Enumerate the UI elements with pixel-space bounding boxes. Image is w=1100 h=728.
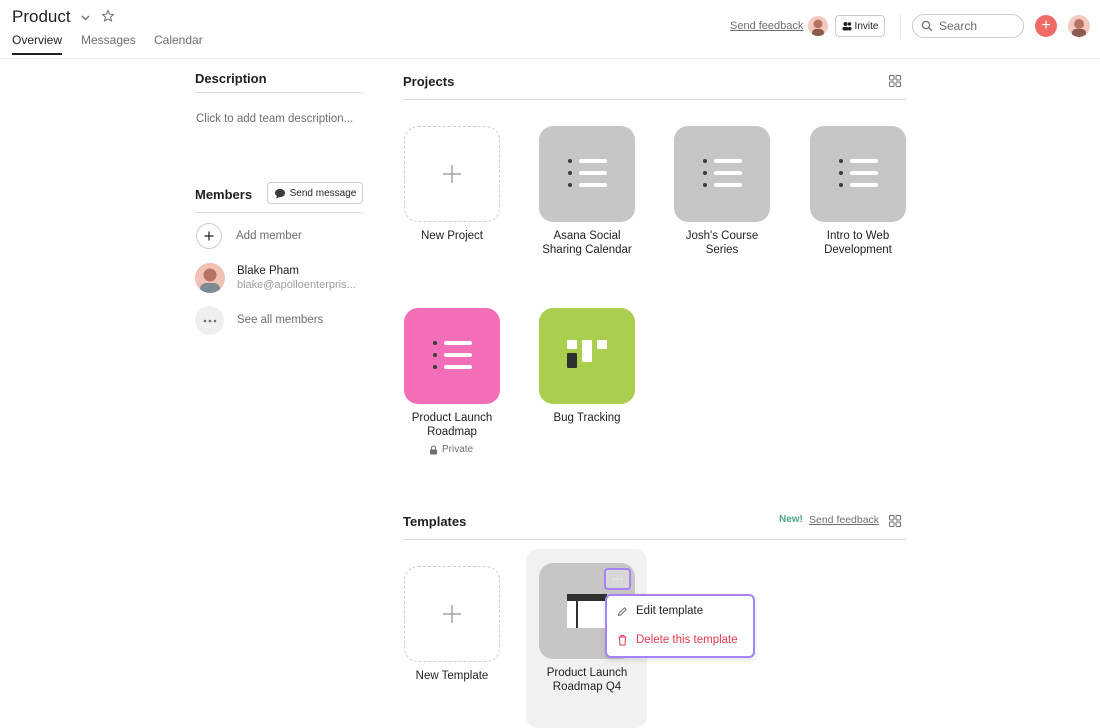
tab-messages[interactable]: Messages <box>81 33 136 47</box>
more-icon <box>203 319 216 322</box>
invite-label: Invite <box>854 20 879 32</box>
new-badge: New! <box>779 514 803 525</box>
template-name[interactable]: Product Launch Roadmap Q4 <box>522 666 652 694</box>
member-name[interactable]: Blake Pham <box>237 265 299 277</box>
lock-icon <box>430 444 437 454</box>
project-name[interactable]: Bug Tracking <box>522 411 652 425</box>
page-title: Product <box>12 7 71 26</box>
project-tile-joshs-course[interactable] <box>674 126 770 222</box>
delete-template-label: Delete this template <box>636 634 738 646</box>
divider <box>403 539 906 540</box>
project-name[interactable]: Josh's Course Series <box>657 229 787 257</box>
list-icon <box>703 157 743 191</box>
edit-template-menu-item[interactable]: Edit template <box>617 605 703 617</box>
avatar[interactable] <box>808 16 828 36</box>
project-tile-product-launch[interactable] <box>404 308 500 404</box>
template-context-menu: Edit template Delete this template <box>605 594 755 658</box>
list-icon <box>433 339 473 373</box>
see-all-members-button[interactable] <box>195 306 224 335</box>
add-member-label[interactable]: Add member <box>236 230 302 242</box>
add-member-button[interactable] <box>196 223 222 249</box>
star-icon[interactable] <box>101 9 115 23</box>
send-message-button[interactable]: Send message <box>267 182 363 204</box>
list-icon <box>568 157 608 191</box>
edit-template-label: Edit template <box>636 605 704 617</box>
plus-icon <box>443 165 461 183</box>
grid-view-icon[interactable] <box>889 515 901 527</box>
team-description-field[interactable]: Click to add team description... <box>196 113 353 125</box>
divider <box>195 212 364 213</box>
divider <box>900 14 901 38</box>
people-icon <box>842 22 852 31</box>
delete-template-menu-item[interactable]: Delete this template <box>617 634 738 646</box>
member-avatar[interactable] <box>195 263 225 293</box>
tab-calendar[interactable]: Calendar <box>154 33 203 47</box>
pencil-icon <box>617 606 627 616</box>
templates-heading: Templates <box>403 514 467 529</box>
description-heading: Description <box>195 71 267 86</box>
plus-icon <box>204 231 214 241</box>
project-name[interactable]: Product Launch Roadmap <box>387 411 517 439</box>
template-more-button[interactable]: ··· <box>604 568 631 590</box>
members-heading: Members <box>195 187 253 202</box>
timeline-icon <box>567 594 607 628</box>
member-email: blake@apolloenterpris... <box>237 279 356 291</box>
divider <box>195 92 364 93</box>
trash-icon <box>618 635 627 646</box>
new-project-label[interactable]: New Project <box>387 229 517 243</box>
privacy-label: Private <box>429 444 473 455</box>
see-all-members-label[interactable]: See all members <box>237 314 323 326</box>
search-placeholder: Search <box>939 19 978 33</box>
grid-view-icon[interactable] <box>889 75 901 87</box>
search-input[interactable]: Search <box>912 14 1024 38</box>
project-name[interactable]: Asana Social Sharing Calendar <box>522 229 652 257</box>
send-feedback-link[interactable]: Send feedback <box>730 20 803 32</box>
project-tile-intro-web[interactable] <box>810 126 906 222</box>
project-tile-bug-tracking[interactable] <box>539 308 635 404</box>
new-project-tile[interactable] <box>404 126 500 222</box>
active-tab-indicator <box>12 53 62 55</box>
send-message-label: Send message <box>289 187 357 199</box>
plus-icon <box>443 605 461 623</box>
user-avatar[interactable] <box>1068 15 1090 37</box>
new-template-label[interactable]: New Template <box>387 669 517 683</box>
projects-heading: Projects <box>403 74 455 89</box>
top-bar: Product Overview Messages Calendar Send … <box>0 0 1100 59</box>
project-tile-asana-social[interactable] <box>539 126 635 222</box>
board-icon <box>567 340 607 368</box>
search-icon <box>921 20 933 32</box>
invite-button[interactable]: Invite <box>835 15 885 37</box>
add-button[interactable]: + <box>1035 15 1057 37</box>
templates-send-feedback-link[interactable]: Send feedback <box>809 514 879 526</box>
divider <box>403 99 906 100</box>
new-template-tile[interactable] <box>404 566 500 662</box>
chevron-down-icon[interactable] <box>80 12 91 23</box>
project-name[interactable]: Intro to Web Development <box>793 229 923 257</box>
list-icon <box>839 157 879 191</box>
message-icon <box>274 188 285 198</box>
tab-overview[interactable]: Overview <box>12 33 62 47</box>
